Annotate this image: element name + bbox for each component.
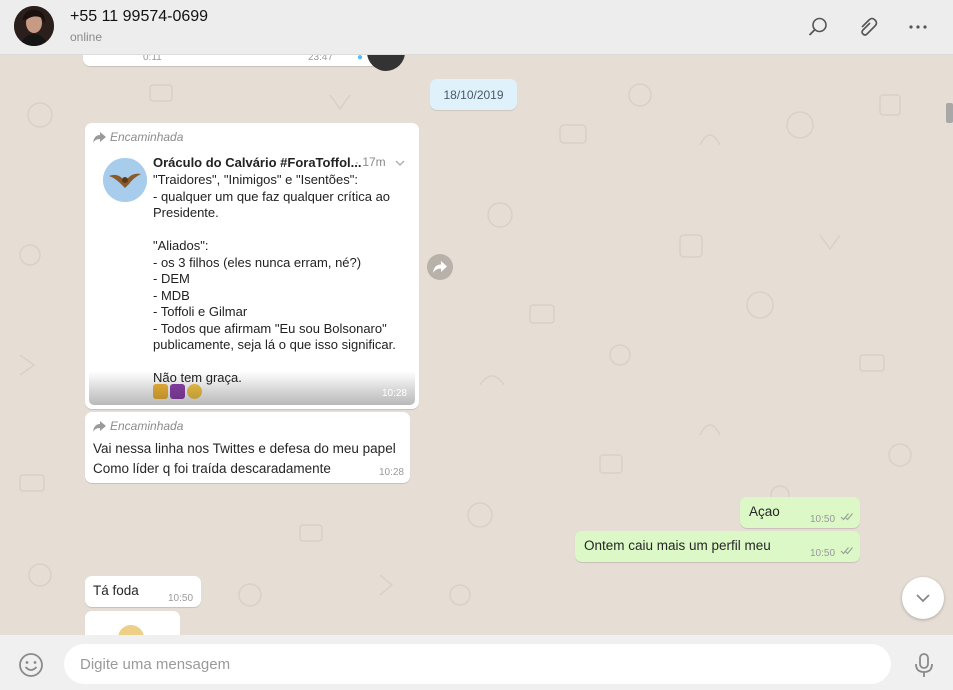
read-receipt-icon <box>840 512 854 524</box>
forward-button[interactable] <box>427 254 453 280</box>
message-time: 10:50 <box>810 514 836 525</box>
outgoing-message[interactable]: Açao 10:50 <box>740 497 860 528</box>
read-receipt-icon <box>840 546 854 558</box>
scrollbar[interactable] <box>945 55 953 635</box>
forwarded-indicator: Encaminhada <box>93 130 183 144</box>
paperclip-icon[interactable] <box>854 13 882 41</box>
incoming-sticker-message[interactable] <box>85 611 180 635</box>
message-list[interactable]: 0:11 23:47 ● 18/10/2019 Encaminhada Orác… <box>0 55 953 635</box>
previous-message-time: 23:47 <box>308 55 334 63</box>
message-text: Açao <box>749 504 780 519</box>
message-time: 10:28 <box>381 388 407 399</box>
forwarded-label: Encaminhada <box>110 419 184 433</box>
chevron-down-icon <box>395 155 405 170</box>
contact-name[interactable]: +55 11 99574-0699 <box>70 8 208 26</box>
forwarded-indicator: Encaminhada <box>93 419 183 433</box>
forward-arrow-icon <box>433 261 447 273</box>
search-icon[interactable] <box>804 13 832 41</box>
outgoing-message[interactable]: Ontem caiu mais um perfil meu 10:50 <box>575 531 860 562</box>
scrollbar-thumb[interactable] <box>946 103 953 123</box>
contact-avatar[interactable] <box>14 6 54 46</box>
sticker-emoji <box>118 625 144 635</box>
microphone-icon[interactable] <box>912 652 936 678</box>
message-input[interactable] <box>64 644 891 684</box>
previous-message-bubble[interactable]: 0:11 23:47 ● <box>83 55 405 71</box>
post-text: "Traidores", "Inimigos" e "Isentões": - … <box>153 172 396 385</box>
mic-status-icon: ● <box>357 55 364 63</box>
incoming-message[interactable]: Tá foda 10:50 <box>85 576 201 607</box>
message-time: 10:50 <box>810 548 836 559</box>
chat-header: +55 11 99574-0699 online <box>0 0 953 55</box>
contact-status: online <box>70 30 103 44</box>
message-time: 10:50 <box>168 593 194 604</box>
forwarded-label: Encaminhada <box>110 130 184 144</box>
image-shade <box>89 371 415 405</box>
compose-bar <box>0 635 953 690</box>
chevron-down-icon <box>916 594 930 603</box>
date-separator: 18/10/2019 <box>430 79 517 110</box>
scroll-to-bottom-button[interactable] <box>902 577 944 619</box>
menu-icon[interactable] <box>904 13 932 41</box>
post-author-avatar <box>103 158 147 202</box>
message-time: 10:28 <box>378 467 404 478</box>
message-text: Ontem caiu mais um perfil meu <box>584 538 771 553</box>
forwarded-image-message[interactable]: Encaminhada Oráculo do Calvário #ForaTof… <box>85 123 419 409</box>
forwarded-post-image[interactable]: Oráculo do Calvário #ForaToffol... · 17m… <box>89 147 415 405</box>
post-age: · 17m <box>355 155 386 169</box>
forward-arrow-icon <box>93 420 106 432</box>
post-author-name: Oráculo do Calvário #ForaToffol... <box>153 155 362 170</box>
emoji-icon[interactable] <box>18 652 44 678</box>
previous-message-duration: 0:11 <box>143 55 162 63</box>
message-text: Tá foda <box>93 583 139 598</box>
message-text: Vai nessa linha nos Twittes e defesa do … <box>93 441 396 476</box>
forwarded-text-message[interactable]: Encaminhada Vai nessa linha nos Twittes … <box>85 412 410 483</box>
forward-arrow-icon <box>93 131 106 143</box>
